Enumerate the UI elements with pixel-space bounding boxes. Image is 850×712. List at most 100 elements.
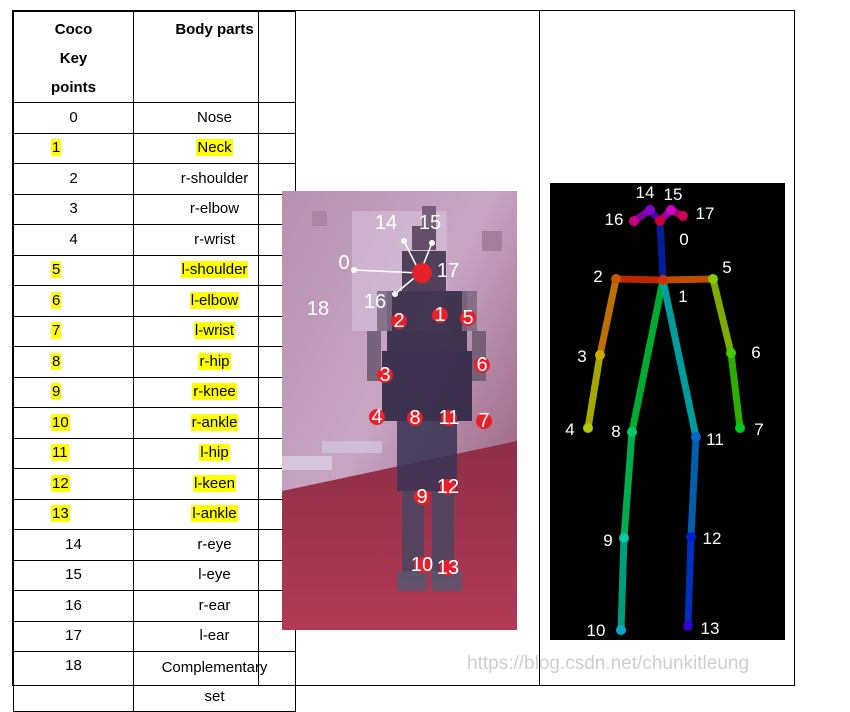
photo-keypoint-label: 17 — [437, 260, 459, 282]
keypoint-id-text: 0 — [69, 108, 78, 126]
column-divider-2 — [539, 11, 540, 685]
skeleton-diagram: 0 1 2 3 4 5 6 7 8 9 10 11 12 13 14 15 16 17 — [550, 183, 785, 640]
nose-blob — [412, 263, 432, 283]
photo-keypoint-label: 6 — [476, 354, 487, 376]
body-part: l-hip — [133, 437, 296, 469]
body-part-text: Complementary set — [161, 658, 268, 705]
photo-keypoint-label: 9 — [416, 486, 427, 508]
skeleton-joint — [595, 350, 605, 360]
photo-keypoint-label: 0 — [338, 252, 349, 274]
skeleton-label: 16 — [605, 210, 624, 229]
keypoint-id: 0 — [13, 102, 134, 134]
keypoint-id-text: 8 — [51, 352, 62, 370]
body-part-text: Neck — [196, 139, 233, 157]
pixel-block — [322, 441, 382, 453]
table-body: 0 Nose 1 Neck 2 r-shoulder 3 r-elbow 4 r-wrist 5 l-… — [13, 102, 296, 712]
keypoint-id-text: 13 — [51, 505, 70, 523]
body-part-text: r-wrist — [194, 230, 235, 248]
skeleton-label: 2 — [593, 267, 602, 286]
arrow-head — [429, 240, 435, 246]
skeleton-label: 6 — [751, 343, 760, 362]
skeleton-label: 13 — [701, 619, 720, 638]
body-part-text: l-shoulder — [180, 261, 249, 279]
skeleton-limb — [684, 533, 695, 630]
keypoint-id-text: 2 — [69, 169, 78, 187]
skeleton-limb — [628, 276, 667, 436]
table-row: 2 r-shoulder — [13, 163, 296, 195]
skeleton-label: 8 — [611, 422, 620, 441]
photo-keypoint-label: 14 — [375, 212, 397, 234]
body-part: l-eye — [133, 559, 296, 591]
pixel-block — [282, 456, 332, 470]
header-line: points — [51, 79, 96, 96]
keypoint-id: 1 — [13, 132, 134, 164]
body-part-text: r-elbow — [189, 200, 240, 218]
skeleton-joint — [645, 205, 655, 215]
keypoint-id-text: 6 — [51, 291, 62, 309]
body-part-text: Nose — [196, 108, 233, 126]
keypoint-id: 7 — [13, 315, 134, 347]
keypoint-id: 3 — [13, 193, 134, 225]
skeleton-limb — [620, 428, 636, 542]
skeleton-joint — [708, 274, 718, 284]
skeleton-label: 17 — [696, 204, 715, 223]
keypoint-id-text: 1 — [51, 139, 62, 157]
keypoint-id-text: 17 — [65, 627, 82, 645]
body-part: r-eye — [133, 529, 296, 561]
body-part: r-knee — [133, 376, 296, 408]
table-row: 4 r-wrist — [13, 224, 296, 256]
keypoint-id: 12 — [13, 468, 134, 500]
photo-keypoint-label: 8 — [409, 407, 420, 429]
photo-keypoint-label: 18 — [307, 298, 329, 320]
body-part: l-keen — [133, 468, 296, 500]
table-row: 18 Complementary set — [13, 651, 296, 712]
skeleton-joint — [627, 427, 637, 437]
table-row: 5 l-shoulder — [13, 254, 296, 286]
table-row: 3 r-elbow — [13, 193, 296, 225]
skeleton-limb — [727, 349, 744, 432]
body-part-text: r-hip — [198, 352, 231, 370]
body-part-text: l-elbow — [189, 291, 240, 309]
skeleton-label: 9 — [603, 531, 612, 550]
body-part: l-ear — [133, 620, 296, 652]
body-part: l-shoulder — [133, 254, 296, 286]
table-row: 1 Neck — [13, 132, 296, 164]
keypoint-id: 13 — [13, 498, 134, 530]
body-part: Neck — [133, 132, 296, 164]
skeleton-joint — [611, 274, 621, 284]
skeleton-label: 12 — [703, 529, 722, 548]
skeleton-joint — [683, 621, 693, 631]
skeleton-limbs — [584, 206, 744, 634]
keypoint-id: 5 — [13, 254, 134, 286]
body-part-text: r-eye — [197, 535, 232, 553]
body-part-text: l-ankle — [191, 505, 238, 523]
keypoint-id-text: 4 — [69, 230, 78, 248]
photo-keypoint-label: 16 — [364, 291, 386, 313]
table-row: 11 l-hip — [13, 437, 296, 469]
skeleton-limb — [584, 351, 604, 432]
body-part-text: l-ear — [199, 627, 230, 645]
body-part-text: l-eye — [198, 566, 231, 584]
table-row: 9 r-knee — [13, 376, 296, 408]
keypoint-id: 2 — [13, 163, 134, 195]
table-row: 17 l-ear — [13, 620, 296, 652]
keypoint-id-text: 16 — [65, 596, 82, 614]
photo-keypoint-label: 13 — [437, 557, 459, 579]
table-row: 14 r-eye — [13, 529, 296, 561]
pixel-block — [482, 231, 502, 251]
keypoint-id: 9 — [13, 376, 134, 408]
body-part: r-hip — [133, 346, 296, 378]
skeleton-joint — [735, 423, 745, 433]
body-part-text: r-ankle — [190, 413, 239, 431]
photo-keypoint-label: 15 — [419, 212, 441, 234]
keypoint-id: 4 — [13, 224, 134, 256]
body-part: r-shoulder — [133, 163, 296, 195]
skeleton-limb — [596, 275, 620, 359]
body-part-text: r-shoulder — [180, 169, 249, 187]
table-row: 6 l-elbow — [13, 285, 296, 317]
skeleton-joint — [583, 423, 593, 433]
watermark: https://blog.csdn.net/chunkitleung — [467, 653, 750, 674]
skeleton-label: 10 — [587, 621, 606, 640]
skeleton-limb — [617, 534, 628, 634]
skeleton-joint — [619, 533, 629, 543]
